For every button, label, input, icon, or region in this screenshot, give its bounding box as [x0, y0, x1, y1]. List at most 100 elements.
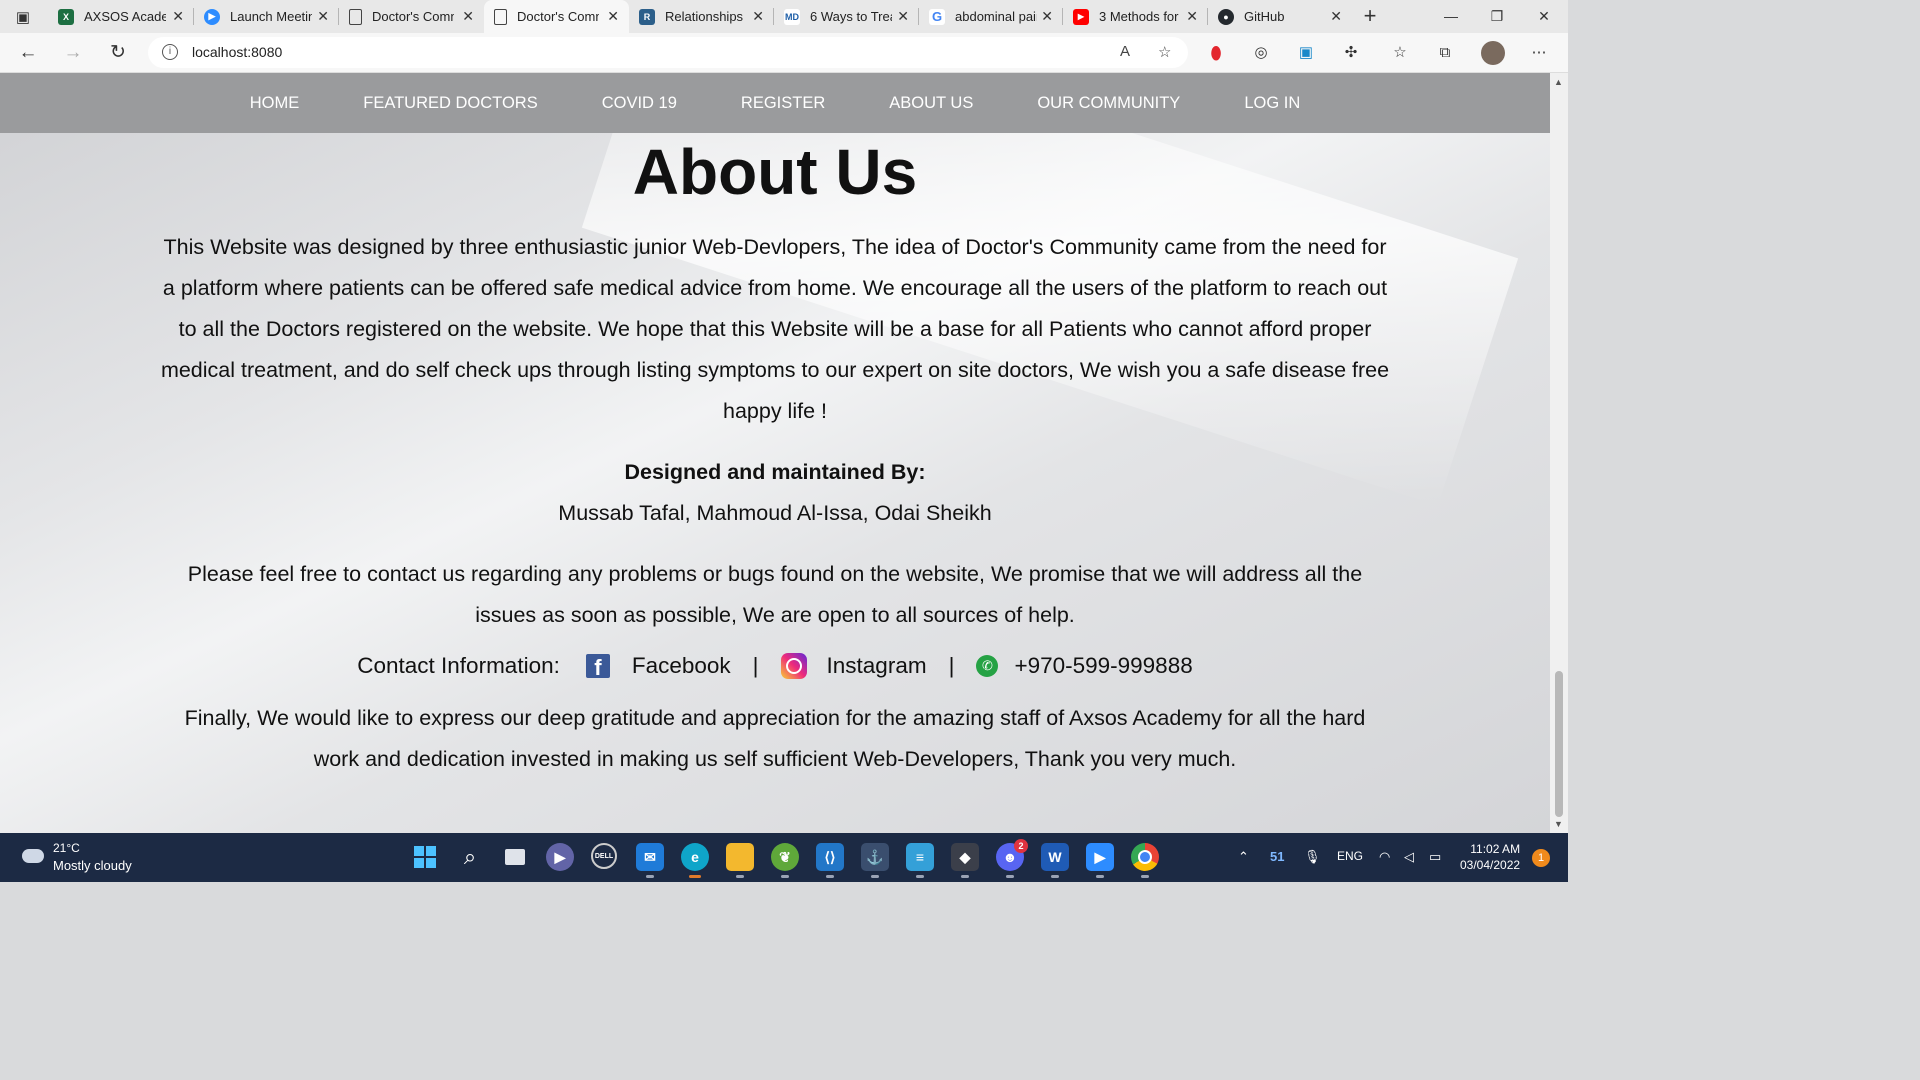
about-content: About Us This Website was designed by th…: [0, 133, 1550, 780]
nav-our-community[interactable]: OUR COMMUNITY: [1037, 94, 1180, 113]
browser-tab[interactable]: ● GitHub ✕: [1208, 0, 1352, 33]
battery-icon[interactable]: ▭: [1429, 849, 1441, 865]
discord-icon[interactable]: ☻ 2: [996, 839, 1028, 878]
nav-register[interactable]: REGISTER: [741, 94, 825, 113]
minimize-button[interactable]: —: [1428, 4, 1474, 28]
tab-actions-icon[interactable]: ▣: [12, 6, 34, 28]
browser-tab[interactable]: MD 6 Ways to Treat ✕: [774, 0, 919, 33]
browser-tab[interactable]: G abdominal pain ✕: [919, 0, 1063, 33]
task-view-icon[interactable]: [501, 843, 529, 871]
scrollbar-thumb[interactable]: [1555, 671, 1563, 817]
close-tab-icon[interactable]: ✕: [752, 8, 764, 25]
browser-tab-active[interactable]: Doctor's Community ✕: [484, 0, 629, 33]
start-icon[interactable]: [411, 843, 439, 871]
teams-chat-icon[interactable]: ▶: [546, 843, 574, 871]
opera-extension-icon[interactable]: ⬮: [1205, 42, 1227, 64]
edge-icon[interactable]: e: [681, 843, 709, 878]
separator: |: [752, 653, 759, 678]
back-arrow-icon[interactable]: ←: [16, 41, 40, 65]
designer-names: Mussab Tafal, Mahmoud Al-Issa, Odai Shei…: [558, 501, 992, 525]
instagram-icon[interactable]: [780, 653, 807, 679]
page-icon: [494, 8, 507, 25]
search-icon[interactable]: ⌕: [456, 843, 484, 871]
chrome-icon[interactable]: [1131, 843, 1159, 878]
wifi-icon[interactable]: ◠: [1379, 849, 1390, 865]
phone-number[interactable]: +970-599-999888: [1014, 653, 1192, 679]
scroll-down-icon[interactable]: ▼: [1554, 819, 1563, 829]
designed-by-heading: Designed and maintained By:: [624, 460, 926, 484]
show-hidden-icons-icon[interactable]: ⌃: [1238, 849, 1249, 865]
nav-log-in[interactable]: LOG IN: [1244, 94, 1300, 113]
url-text[interactable]: localhost:8080: [192, 44, 282, 60]
close-tab-icon[interactable]: ✕: [1330, 8, 1342, 25]
extensions-puzzle-icon[interactable]: ✣: [1340, 42, 1362, 64]
extension-icon[interactable]: ▣: [1295, 42, 1317, 64]
zoom-app-icon[interactable]: ▶: [1086, 843, 1114, 878]
collections-icon[interactable]: ⧉: [1434, 42, 1456, 64]
mail-icon[interactable]: ✉: [636, 843, 664, 878]
nav-home[interactable]: HOME: [250, 94, 300, 113]
weather-temperature: 21°C: [53, 841, 80, 855]
browser-tab[interactable]: Doctor's Community ✕: [339, 0, 484, 33]
favorites-icon[interactable]: ☆: [1389, 42, 1411, 64]
extension-icon[interactable]: ◎: [1250, 42, 1272, 64]
add-favorite-icon[interactable]: ☆: [1158, 43, 1171, 61]
facebook-icon[interactable]: f: [585, 654, 610, 680]
cloud-icon: [22, 849, 44, 863]
language-indicator[interactable]: ENG: [1337, 849, 1363, 863]
close-tab-icon[interactable]: ✕: [607, 8, 619, 25]
new-tab-button[interactable]: +: [1358, 4, 1382, 28]
read-aloud-icon[interactable]: A: [1120, 43, 1130, 60]
app-icon: R: [639, 8, 655, 25]
mysql-workbench-icon[interactable]: ⚓: [861, 843, 889, 878]
microphone-icon[interactable]: 🎙: [1304, 849, 1321, 865]
spring-tools-icon[interactable]: ❦: [771, 843, 799, 878]
forward-arrow-icon[interactable]: →: [61, 41, 85, 65]
refresh-icon[interactable]: ↻: [106, 41, 130, 65]
browser-tab[interactable]: X AXSOS Academy ✕: [48, 0, 194, 33]
battery-level[interactable]: 51: [1270, 849, 1284, 864]
dell-icon[interactable]: DELL: [591, 843, 617, 869]
youtube-icon: ▶: [1073, 8, 1089, 25]
close-tab-icon[interactable]: ✕: [172, 8, 184, 25]
tab-title: 6 Ways to Treat: [810, 9, 892, 24]
address-bar[interactable]: i localhost:8080 A ☆: [148, 37, 1188, 68]
nav-about-us[interactable]: ABOUT US: [889, 94, 973, 113]
volume-icon[interactable]: ◁: [1404, 849, 1414, 865]
nav-featured-doctors[interactable]: FEATURED DOCTORS: [363, 94, 537, 113]
site-info-icon[interactable]: i: [162, 44, 178, 60]
facebook-link[interactable]: Facebook: [632, 653, 731, 679]
zoom-icon: ▶: [204, 8, 220, 25]
browser-tab-bar: ▣ X AXSOS Academy ✕ ▶ Launch Meeting ✕ D…: [0, 0, 1568, 33]
close-tab-icon[interactable]: ✕: [1186, 8, 1198, 25]
browser-tab[interactable]: R Relationships ✕: [629, 0, 774, 33]
browser-tab[interactable]: ▶ 3 Methods for ✕: [1063, 0, 1208, 33]
instagram-link[interactable]: Instagram: [827, 653, 927, 679]
word-icon[interactable]: W: [1041, 843, 1069, 878]
contact-label: Contact Information:: [357, 653, 560, 678]
more-menu-icon[interactable]: ⋯: [1528, 42, 1550, 64]
notification-badge[interactable]: 1: [1532, 849, 1550, 867]
close-tab-icon[interactable]: ✕: [462, 8, 474, 25]
vscode-icon[interactable]: ⟨⟩: [816, 843, 844, 878]
scroll-up-icon[interactable]: ▲: [1554, 77, 1563, 87]
file-explorer-icon[interactable]: [726, 843, 754, 878]
closing-paragraph: Finally, We would like to express our de…: [184, 706, 1366, 771]
tab-title: Launch Meeting: [230, 9, 312, 24]
close-window-button[interactable]: ✕: [1521, 4, 1567, 28]
page-scrollbar[interactable]: ▲ ▼: [1550, 73, 1568, 833]
close-tab-icon[interactable]: ✕: [1041, 8, 1053, 25]
contact-information: Contact Information: f Facebook | Instag…: [0, 642, 1550, 690]
git-tool-icon[interactable]: ◆: [951, 843, 979, 878]
notepad-icon[interactable]: ≡: [906, 843, 934, 878]
tab-title: Relationships: [665, 9, 744, 24]
restore-button[interactable]: ❐: [1474, 4, 1520, 28]
profile-avatar[interactable]: [1481, 41, 1505, 65]
tab-title: 3 Methods for: [1099, 9, 1179, 24]
clock[interactable]: 11:02 AM 03/04/2022: [1460, 841, 1520, 873]
nav-covid-19[interactable]: COVID 19: [602, 94, 677, 113]
whatsapp-icon[interactable]: ✆: [976, 655, 999, 677]
close-tab-icon[interactable]: ✕: [317, 8, 329, 25]
browser-tab[interactable]: ▶ Launch Meeting ✕: [194, 0, 339, 33]
close-tab-icon[interactable]: ✕: [897, 8, 909, 25]
